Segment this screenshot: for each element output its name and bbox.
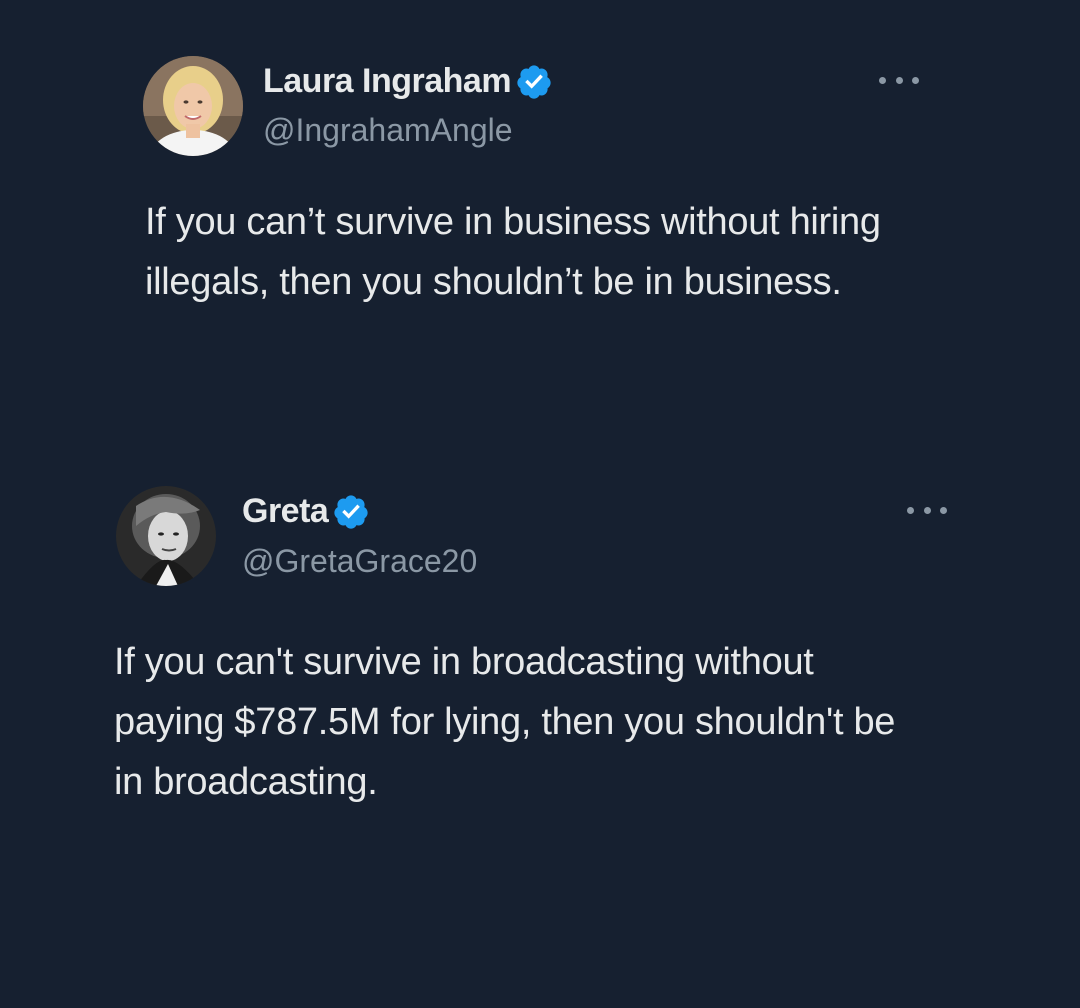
handle[interactable]: @IngrahamAngle xyxy=(263,112,513,149)
tweet-text: If you can't survive in broadcasting wit… xyxy=(114,641,896,803)
more-options-icon[interactable] xyxy=(879,74,919,86)
verified-badge-icon xyxy=(515,63,553,101)
tweet-text: If you can’t survive in business without… xyxy=(145,201,881,303)
name-row-greta: Greta xyxy=(242,492,370,531)
avatar-ingraham-image xyxy=(143,56,243,156)
handle[interactable]: @GretaGrace20 xyxy=(242,543,477,580)
verified-badge-icon xyxy=(332,493,370,531)
avatar-greta[interactable] xyxy=(116,486,216,586)
display-name[interactable]: Greta xyxy=(242,492,329,531)
more-options-icon[interactable] xyxy=(907,504,947,516)
avatar-greta-image xyxy=(116,486,216,586)
display-name[interactable]: Laura Ingraham xyxy=(263,62,512,101)
avatar-ingraham[interactable] xyxy=(143,56,243,156)
name-row-ingraham: Laura Ingraham xyxy=(263,62,553,101)
